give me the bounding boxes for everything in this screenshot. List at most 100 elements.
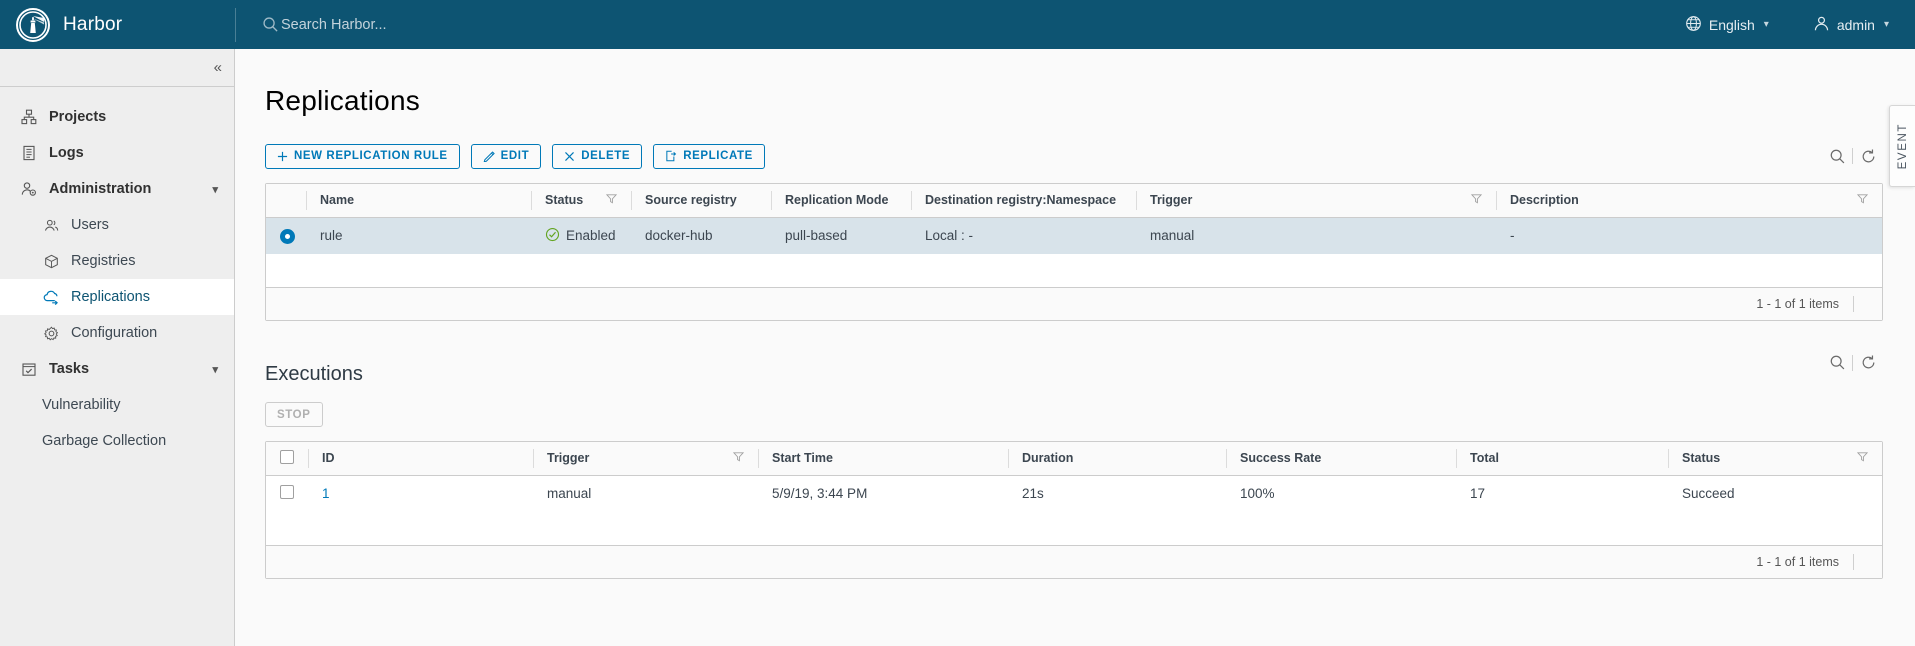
filter-icon[interactable] — [1856, 193, 1869, 207]
filter-icon[interactable] — [605, 193, 618, 207]
sidebar-collapse-row: « — [0, 49, 234, 87]
main-content: EVENT Replications NEW REPLICATION RULE — [235, 49, 1915, 646]
sidebar-item-label: Registries — [71, 253, 136, 269]
column-label: Source registry — [645, 193, 737, 208]
row-radio-cell[interactable] — [266, 217, 306, 254]
cell-description: - — [1496, 217, 1882, 254]
chevron-down-icon: ▾ — [1883, 19, 1889, 30]
select-all-checkbox[interactable] — [280, 449, 294, 464]
administration-icon — [20, 180, 38, 198]
sidebar-item-label: Logs — [49, 145, 84, 161]
column-total[interactable]: Total — [1456, 442, 1668, 476]
sidebar-item-registries[interactable]: Registries — [0, 243, 234, 279]
cell-trigger: manual — [547, 486, 592, 502]
sidebar-item-label: Users — [71, 217, 109, 233]
chevron-down-icon[interactable]: ▾ — [212, 183, 218, 196]
filter-icon[interactable] — [1856, 451, 1869, 465]
filter-icon[interactable] — [1470, 193, 1483, 207]
configuration-icon — [42, 324, 60, 342]
header-actions: English ▾ admin ▾ — [1641, 15, 1915, 35]
cell-id: 1 — [308, 475, 533, 512]
sidebar-item-tasks[interactable]: Tasks ▾ — [0, 351, 234, 387]
cell-status: Enabled — [531, 217, 631, 254]
sidebar-item-label: Tasks — [49, 361, 90, 377]
replication-rules-grid: Name Status Source registry Replication … — [265, 183, 1883, 321]
table-row[interactable]: rule Enabled docker-hub pull-based Local… — [266, 217, 1882, 254]
column-label: Start Time — [772, 451, 833, 466]
check-circle-icon — [545, 227, 560, 245]
row-checkbox[interactable] — [280, 485, 294, 500]
cell-trigger: manual — [1136, 217, 1496, 254]
column-description[interactable]: Description — [1496, 184, 1882, 218]
delete-label: DELETE — [581, 150, 631, 162]
brand-area[interactable]: Harbor — [0, 0, 235, 49]
table-empty-filler — [266, 254, 1882, 287]
cell-replication-mode: pull-based — [771, 217, 911, 254]
refresh-icon[interactable] — [1853, 350, 1883, 376]
column-select-all[interactable] — [266, 442, 308, 476]
column-select — [266, 184, 306, 218]
event-sidebar-tab[interactable]: EVENT — [1889, 105, 1915, 187]
table-header-row: Name Status Source registry Replication … — [266, 184, 1882, 218]
sidebar-item-administration[interactable]: Administration ▾ — [0, 171, 234, 207]
footer-divider — [1853, 554, 1854, 570]
rules-pagination-count: 1 - 1 of 1 items — [1756, 297, 1839, 311]
search-icon[interactable] — [1822, 143, 1852, 169]
row-checkbox-cell[interactable] — [266, 475, 308, 512]
filter-icon[interactable] — [732, 451, 745, 465]
edit-button[interactable]: EDIT — [470, 143, 542, 169]
refresh-icon[interactable] — [1853, 143, 1883, 169]
table-row[interactable]: 1 manual 5/9/19, 3:44 PM 21s 100% 17 Suc… — [266, 475, 1882, 512]
top-header: Harbor Search Harbor... English ▾ admin … — [0, 0, 1915, 49]
chevron-down-icon[interactable]: ▾ — [212, 363, 218, 376]
execution-id-link[interactable]: 1 — [322, 486, 330, 501]
column-id[interactable]: ID — [308, 442, 533, 476]
column-trigger[interactable]: Trigger — [1136, 184, 1496, 218]
row-radio-selected[interactable] — [280, 229, 295, 245]
delete-button[interactable]: DELETE — [552, 143, 643, 169]
sidebar-item-projects[interactable]: Projects — [0, 99, 234, 135]
search-icon — [262, 16, 279, 33]
replicate-button[interactable]: REPLICATE — [653, 143, 765, 169]
column-status[interactable]: Status — [1668, 442, 1882, 476]
column-trigger[interactable]: Trigger — [533, 442, 758, 476]
sidebar-item-garbage-collection[interactable]: Garbage Collection — [0, 423, 234, 459]
executions-title: Executions — [265, 363, 363, 385]
event-tab-label: EVENT — [1896, 122, 1909, 170]
column-success-rate[interactable]: Success Rate — [1226, 442, 1456, 476]
stop-label: STOP — [277, 408, 311, 421]
replication-action-buttons: NEW REPLICATION RULE EDIT DELETE REPLICA… — [265, 143, 765, 169]
user-icon — [1813, 15, 1830, 35]
cell-start-time: 5/9/19, 3:44 PM — [772, 486, 868, 502]
global-search[interactable]: Search Harbor... — [262, 16, 387, 33]
new-replication-rule-label: NEW REPLICATION RULE — [294, 150, 448, 162]
replication-toolbar: NEW REPLICATION RULE EDIT DELETE REPLICA… — [265, 143, 1883, 169]
collapse-sidebar-button[interactable]: « — [214, 60, 222, 75]
sidebar-item-users[interactable]: Users — [0, 207, 234, 243]
pencil-icon — [483, 150, 495, 162]
column-replication-mode[interactable]: Replication Mode — [771, 184, 911, 218]
search-icon[interactable] — [1822, 350, 1852, 376]
sidebar-item-configuration[interactable]: Configuration — [0, 315, 234, 351]
user-menu[interactable]: admin ▾ — [1813, 15, 1889, 35]
sidebar-item-logs[interactable]: Logs — [0, 135, 234, 171]
column-destination[interactable]: Destination registry:Namespace — [911, 184, 1136, 218]
header-divider — [235, 7, 236, 42]
logs-icon — [20, 144, 38, 162]
column-status[interactable]: Status — [531, 184, 631, 218]
cell-total: 17 — [1470, 486, 1486, 502]
column-duration[interactable]: Duration — [1008, 442, 1226, 476]
tasks-icon — [20, 360, 38, 378]
stop-button[interactable]: STOP — [265, 402, 323, 427]
sidebar-item-vulnerability[interactable]: Vulnerability — [0, 387, 234, 423]
column-start-time[interactable]: Start Time — [758, 442, 1008, 476]
chevron-down-icon: ▾ — [1763, 19, 1769, 30]
column-name[interactable]: Name — [306, 184, 531, 218]
column-label: Replication Mode — [785, 193, 889, 208]
column-source-registry[interactable]: Source registry — [631, 184, 771, 218]
sidebar-item-replications[interactable]: Replications — [0, 279, 234, 315]
sidebar-item-label: Projects — [49, 109, 107, 125]
language-selector[interactable]: English ▾ — [1685, 15, 1769, 35]
edit-label: EDIT — [500, 150, 530, 162]
new-replication-rule-button[interactable]: NEW REPLICATION RULE — [265, 143, 460, 169]
